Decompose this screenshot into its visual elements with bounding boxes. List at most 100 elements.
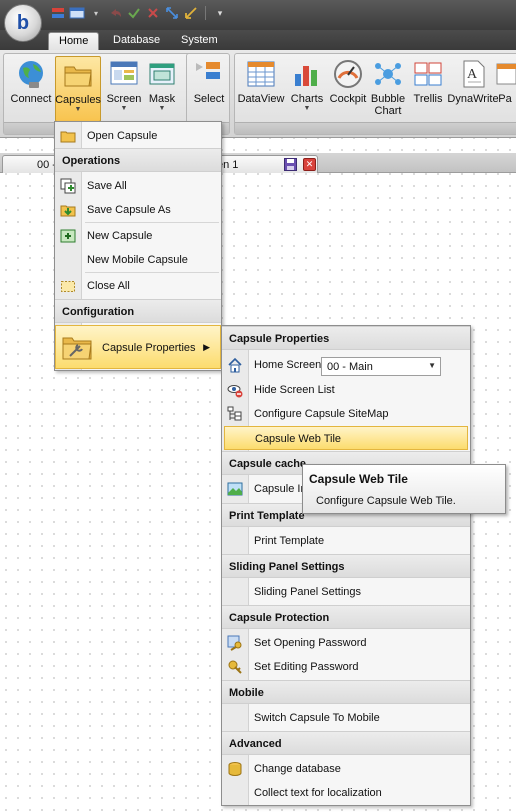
arrow-tool-icon[interactable] [183, 5, 199, 21]
hide-eye-icon [227, 385, 243, 398]
change-database-label: Change database [254, 763, 341, 775]
tab-home[interactable]: Home [48, 32, 100, 50]
dataview-button[interactable]: DataView [238, 56, 284, 128]
title-bar: ▾ ▾ [0, 0, 516, 30]
print-template-item[interactable]: Print Template [222, 529, 470, 553]
pa-button[interactable]: Pa [494, 56, 516, 128]
tooltip: Capsule Web Tile Configure Capsule Web T… [302, 464, 506, 514]
sliding-panel-header: Sliding Panel Settings [222, 554, 470, 578]
trellis-label: Trellis [413, 93, 443, 105]
app-logo-icon: b [16, 11, 30, 34]
home-screen-select[interactable]: 00 - Main ▼ [321, 357, 441, 376]
key-icon [227, 635, 242, 651]
set-opening-password-label: Set Opening Password [254, 637, 367, 649]
print-template-header-label: Print Template [229, 510, 305, 522]
sliding-panel-header-label: Sliding Panel Settings [229, 561, 345, 573]
tab-system[interactable]: System [171, 32, 228, 50]
key-icon [228, 660, 242, 674]
window-qat-icon[interactable] [69, 5, 85, 21]
application-button[interactable]: b [4, 4, 42, 42]
advanced-header-label: Advanced [229, 738, 282, 750]
table-icon [247, 61, 275, 87]
capsule-web-tile-label: Capsule Web Tile [255, 433, 342, 445]
change-database-item[interactable]: Change database [222, 757, 470, 781]
quick-access-toolbar: ▾ ▾ [50, 5, 228, 21]
switch-to-mobile-item[interactable]: Switch Capsule To Mobile [222, 706, 470, 730]
save-capsule-as-label: Save Capsule As [87, 204, 171, 216]
dynawrite-label: DynaWrite [447, 93, 499, 105]
charts-label: Charts [290, 93, 324, 105]
close-all-item[interactable]: Close All [55, 274, 221, 298]
mask-button[interactable]: Mask ▼ [139, 56, 185, 128]
connect-button[interactable]: Connect [8, 56, 54, 128]
folder-wrench-icon [62, 337, 92, 360]
capsule-properties-item[interactable]: Capsule Properties ▶ [55, 325, 221, 369]
dropdown-qat-icon[interactable]: ▾ [88, 5, 104, 21]
chevron-down-icon[interactable]: ▼ [428, 361, 436, 370]
configuration-header-label: Configuration [62, 306, 135, 318]
qat-separator [205, 6, 206, 20]
mask-icon [149, 63, 175, 85]
capsule-properties-header-label: Capsule Properties [229, 333, 330, 345]
configure-sitemap-item[interactable]: Configure Capsule SiteMap [222, 402, 470, 426]
cockpit-label: Cockpit [329, 93, 367, 105]
set-editing-password-label: Set Editing Password [254, 661, 359, 673]
new-capsule-item[interactable]: New Capsule [55, 224, 221, 248]
screen-label: Screen [106, 93, 142, 105]
undo-icon[interactable] [107, 5, 123, 21]
hide-screen-list-item[interactable]: Hide Screen List [222, 378, 470, 402]
set-editing-password-item[interactable]: Set Editing Password [222, 655, 470, 679]
select-label: Select [193, 93, 225, 105]
mobile-header-label: Mobile [229, 687, 264, 699]
home-screen-item: Home Screen 00 - Main ▼ [222, 353, 470, 377]
capsule-properties-submenu: Capsule Properties Home Screen 00 - Main… [221, 325, 471, 806]
document-icon: A [463, 60, 485, 88]
advanced-header: Advanced [222, 731, 470, 755]
new-capsule-icon [60, 229, 76, 243]
operations-header-label: Operations [62, 155, 121, 167]
new-mobile-capsule-label: New Mobile Capsule [87, 254, 188, 266]
sliding-panel-settings-item[interactable]: Sliding Panel Settings [222, 580, 470, 604]
capsule-properties-header: Capsule Properties [222, 326, 470, 350]
select-icon [196, 62, 220, 79]
tab-database[interactable]: Database [103, 32, 170, 50]
mask-label: Mask [148, 93, 176, 105]
home-screen-label: Home Screen [254, 359, 322, 371]
ribbon-tab-bar: Home Database System [0, 30, 516, 50]
open-folder-icon [60, 131, 76, 143]
dynawrite-button[interactable]: A DynaWrite [447, 56, 499, 128]
collect-text-label: Collect text for localization [254, 787, 382, 799]
capsule-qat-icon[interactable] [50, 5, 66, 21]
expand-icon[interactable] [164, 5, 180, 21]
svg-text:A: A [467, 67, 478, 82]
set-opening-password-item[interactable]: Set Opening Password [222, 631, 470, 655]
close-all-label: Close All [87, 280, 130, 292]
pa-label: Pa [498, 93, 512, 105]
tooltip-description: Configure Capsule Web Tile. [316, 495, 456, 507]
capsule-protection-header-label: Capsule Protection [229, 612, 330, 624]
save-icon[interactable] [284, 158, 297, 171]
save-as-icon [60, 205, 76, 217]
capsules-button[interactable]: Capsules ▼ [55, 56, 101, 122]
capsules-label: Capsules [55, 94, 101, 106]
collect-text-item[interactable]: Collect text for localization [222, 781, 470, 805]
dataview-label: DataView [237, 93, 285, 105]
charts-button[interactable]: Charts ▼ [284, 56, 330, 128]
customize-qat-icon[interactable]: ▾ [212, 5, 228, 21]
check-icon[interactable] [126, 5, 142, 21]
capsule-web-tile-item[interactable]: Capsule Web Tile [224, 426, 468, 450]
gauge-icon [334, 60, 362, 88]
connect-label: Connect [10, 93, 52, 105]
open-capsule-label: Open Capsule [87, 130, 158, 142]
save-all-item[interactable]: Save All [55, 174, 221, 198]
delete-icon[interactable] [145, 5, 161, 21]
new-mobile-capsule-item[interactable]: New Mobile Capsule [55, 248, 221, 272]
close-all-icon [61, 281, 75, 292]
chevron-down-icon: ▼ [74, 106, 82, 113]
trellis-button[interactable]: Trellis [405, 56, 451, 128]
close-icon[interactable]: ✕ [303, 158, 316, 171]
save-capsule-as-item[interactable]: Save Capsule As [55, 198, 221, 222]
capsule-properties-label: Capsule Properties [102, 342, 196, 354]
open-capsule-item[interactable]: Open Capsule [55, 124, 221, 148]
select-button[interactable]: Select [186, 56, 232, 128]
